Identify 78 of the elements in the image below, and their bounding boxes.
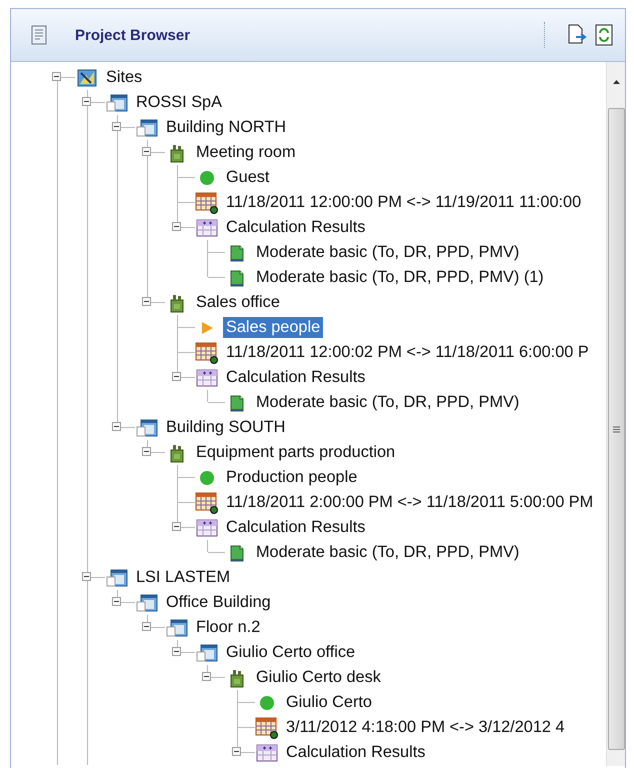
collapse-toggle[interactable]: [142, 622, 151, 631]
collapse-toggle[interactable]: [82, 572, 91, 581]
tree-item[interactable]: Moderate basic (To, DR, PPD, PMV): [253, 542, 522, 563]
factory-icon: [169, 442, 185, 462]
collapse-toggle[interactable]: [52, 72, 61, 81]
tree-item[interactable]: Building NORTH: [163, 117, 290, 138]
collapse-toggle[interactable]: [82, 97, 91, 106]
collapse-toggle[interactable]: [112, 122, 121, 131]
document-icon: [229, 542, 245, 562]
tree-item[interactable]: Meeting room: [193, 142, 299, 163]
collapse-toggle[interactable]: [172, 222, 181, 231]
collapse-toggle[interactable]: [172, 372, 181, 381]
tree-item[interactable]: 3/11/2012 4:18:00 PM <-> 3/12/2012 4: [283, 717, 568, 738]
calendar-icon: [195, 342, 219, 364]
tree-item[interactable]: Moderate basic (To, DR, PPD, PMV): [253, 242, 522, 263]
window-icon: [106, 94, 128, 112]
window-icon: [136, 418, 158, 436]
document-icon: [229, 268, 245, 288]
grid-icon: [195, 518, 219, 538]
factory-icon: [169, 142, 185, 162]
tree-item[interactable]: 11/18/2011 12:00:02 PM <-> 11/18/2011 6:00:00 P: [223, 342, 592, 363]
grid-icon: [195, 368, 219, 388]
tree-item[interactable]: Moderate basic (To, DR, PPD, PMV) (1): [253, 267, 547, 288]
tree-item[interactable]: Equipment parts production: [193, 442, 398, 463]
panel-title: Project Browser: [75, 26, 192, 44]
window-icon: [136, 118, 158, 136]
tree-item[interactable]: Sales office: [193, 292, 283, 313]
window-icon: [196, 644, 218, 662]
tree-item[interactable]: Sites: [103, 67, 146, 88]
tree-item[interactable]: Giulio Certo: [283, 692, 375, 713]
tree-item[interactable]: Production people: [223, 467, 360, 488]
map-icon: [77, 68, 97, 86]
collapse-toggle[interactable]: [232, 747, 241, 756]
refresh-icon[interactable]: [595, 24, 613, 46]
tree-item[interactable]: Office Building: [163, 592, 274, 613]
tree-item[interactable]: LSI LASTEM: [133, 567, 234, 588]
document-icon: [229, 392, 245, 412]
factory-icon: [169, 292, 185, 312]
tree-item[interactable]: Guest: [223, 167, 272, 188]
collapse-toggle[interactable]: [202, 672, 211, 681]
document-icon: [229, 242, 245, 262]
tree-item[interactable]: Calculation Results: [223, 367, 368, 388]
collapse-toggle[interactable]: [172, 522, 181, 531]
grid-icon: [195, 218, 219, 238]
collapse-toggle[interactable]: [142, 447, 151, 456]
window-icon: [136, 594, 158, 612]
tree-item[interactable]: Moderate basic (To, DR, PPD, PMV): [253, 392, 522, 413]
tree-item[interactable]: Giulio Certo office: [223, 642, 358, 663]
circle-icon: [199, 170, 215, 186]
tree-item[interactable]: Giulio Certo desk: [253, 667, 384, 688]
window-icon: [106, 568, 128, 586]
up-arrow-icon: [612, 80, 620, 84]
calendar-icon: [195, 192, 219, 214]
tree-item[interactable]: Building SOUTH: [163, 417, 288, 438]
scrollbar-thumb[interactable]: [608, 108, 624, 750]
tree-item[interactable]: ROSSI SpA: [133, 92, 225, 113]
window-icon: [166, 618, 188, 636]
calendar-icon: [195, 492, 219, 514]
tree-item[interactable]: 11/18/2011 2:00:00 PM <-> 11/18/2011 5:00:00 PM: [223, 492, 596, 513]
document-icon: [31, 25, 47, 45]
grid-icon: [255, 742, 279, 762]
calendar-icon: [255, 716, 279, 738]
tree-item[interactable]: Floor n.2: [193, 617, 264, 638]
tree-item[interactable]: Calculation Results: [223, 217, 368, 238]
tree-item[interactable]: Calculation Results: [283, 742, 428, 763]
collapse-toggle[interactable]: [112, 422, 121, 431]
circle-icon: [199, 470, 215, 486]
tree-item[interactable]: Sales people: [223, 317, 324, 338]
tree-item[interactable]: Calculation Results: [223, 517, 368, 538]
collapse-toggle[interactable]: [172, 647, 181, 656]
circle-icon: [259, 694, 275, 710]
collapse-toggle[interactable]: [142, 297, 151, 306]
collapse-toggle[interactable]: [112, 597, 121, 606]
tree-item[interactable]: 11/18/2011 12:00:00 PM <-> 11/19/2011 11:00:00: [223, 192, 584, 213]
factory-icon: [229, 668, 245, 688]
play-icon: [200, 320, 214, 334]
export-document-icon[interactable]: [567, 24, 587, 46]
collapse-toggle[interactable]: [142, 147, 151, 156]
